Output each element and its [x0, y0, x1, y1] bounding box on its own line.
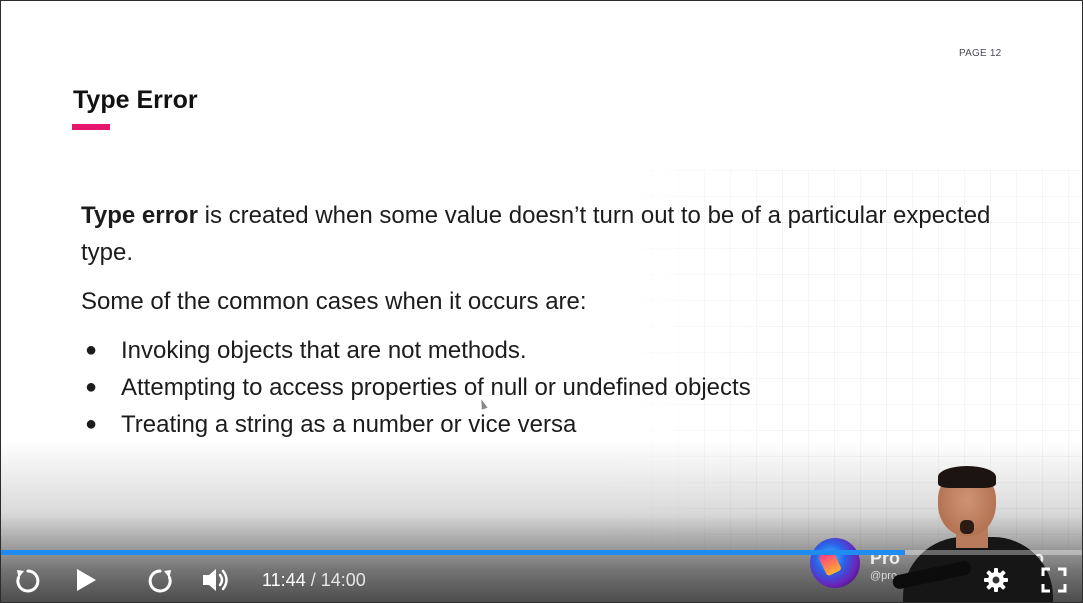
play-button[interactable] [70, 564, 102, 596]
intro-text: is created when some value doesn’t turn … [81, 202, 991, 266]
current-time: 11:44 [262, 570, 306, 590]
settings-icon [984, 568, 1008, 592]
bullet-list: ● Invoking objects that are not methods. … [81, 332, 1021, 443]
fullscreen-icon [1041, 567, 1067, 593]
volume-icon [203, 569, 228, 591]
total-time: 14:00 [320, 570, 366, 590]
volume-button[interactable] [200, 564, 232, 596]
title-underline [72, 124, 110, 130]
video-player[interactable]: PAGE 12 Type Error Type error is created… [0, 0, 1083, 603]
player-controls: 11:44 / 14:00 [0, 558, 1083, 603]
fullscreen-button[interactable] [1038, 564, 1070, 596]
list-item: ● Invoking objects that are not methods. [81, 332, 1021, 369]
bullet-dot: ● [85, 413, 98, 435]
slide-body: Type error is created when some value do… [81, 197, 1021, 443]
subheading: Some of the common cases when it occurs … [81, 288, 587, 315]
rewind-icon [16, 569, 40, 593]
progress-bar[interactable] [0, 550, 1083, 555]
rewind-button[interactable] [12, 564, 44, 596]
presenter-hair [938, 466, 996, 488]
playback-time: 11:44 / 14:00 [262, 570, 366, 591]
list-item: ● Treating a string as a number or vice v… [81, 406, 1021, 443]
page-number-label: PAGE 12 [959, 48, 1002, 59]
list-item: ● Attempting to access properties of null… [81, 369, 1021, 406]
bullet-dot: ● [85, 339, 98, 361]
slide-title: Type Error [73, 86, 198, 114]
bullet-dot: ● [85, 376, 98, 398]
forward-button[interactable] [144, 564, 176, 596]
forward-icon [148, 569, 172, 593]
presenter-beard [960, 520, 974, 534]
settings-button[interactable] [980, 564, 1012, 596]
time-separator: / [305, 570, 321, 590]
intro-paragraph: Type error is created when some value do… [81, 197, 1021, 271]
progress-bar-fill [0, 550, 906, 555]
intro-term: Type error [81, 202, 198, 229]
play-icon [77, 569, 96, 591]
